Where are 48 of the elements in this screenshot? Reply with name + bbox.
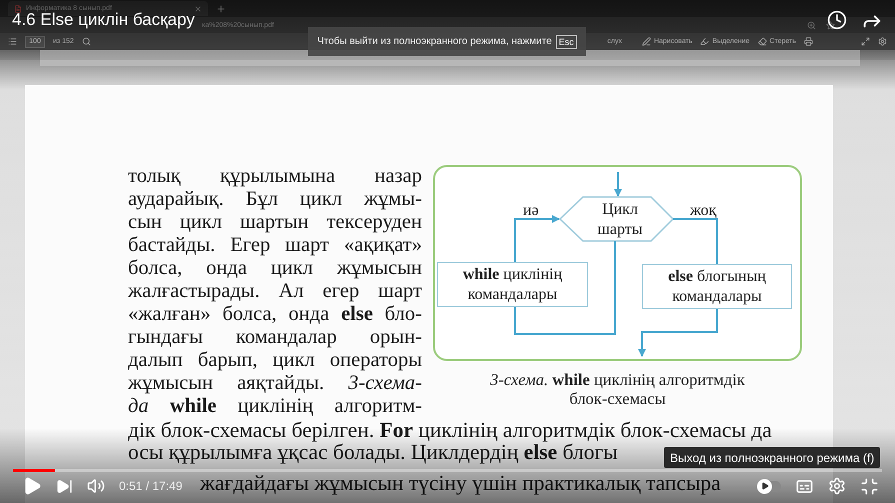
paragraph-line: «жалған» болса, онда else бло- [128,303,422,325]
paragraph-line: жалғастырады. Ал егер шарт [128,280,422,302]
search-icon[interactable] [82,37,91,46]
condition-text: шарты [598,221,642,238]
close-icon[interactable] [194,4,202,12]
condition-text: Цикл [602,201,638,218]
paragraph-line: толық құрылымына назар [128,165,422,187]
no-label: жоқ [690,202,716,219]
paragraph-line: аударайық. Бұл цикл жұмы- [128,188,422,210]
esc-key: Esc [556,34,577,48]
connector-line [673,218,718,264]
star-icon[interactable] [826,20,835,30]
pdf-icon [14,4,22,12]
tooltip: Выход из полноэкранного режима (f) [664,447,880,468]
paragraph-line: жұмысын аяқтайды. 3-схема- [128,372,422,394]
exit-fullscreen-button[interactable] [860,476,879,496]
arrow [514,215,560,262]
arrow [614,172,622,197]
pen-icon [642,37,651,46]
time-display: 0:51 / 17:49 [119,479,182,493]
settings-button[interactable] [828,477,846,495]
volume-button[interactable] [87,477,105,495]
print-icon[interactable] [804,37,813,46]
zoom-icon[interactable] [807,20,816,30]
process-box: else блогының командалары [642,264,792,309]
figure-caption: 3-схема. while циклінің алгоритмдік блок-схемасы [490,370,745,408]
paragraph-line: бастайды. Егер шарт «ақиқат» [128,234,422,256]
expand-icon[interactable] [861,37,870,46]
progress-bar[interactable] [13,469,882,472]
new-tab-icon[interactable] [216,4,226,14]
paragraph-line: далып барып, цикл операторы [128,349,422,371]
paragraph-line: дік блок-схемасы берілген. For циклінің алгоритмдік блок-схемасы да [128,418,772,442]
watch-later-button[interactable] [827,10,847,30]
notice-text: Чтобы выйти из полноэкранного режима, нажмите [317,36,552,47]
process-box: while циклінің командалары [437,262,588,307]
paragraph-line: жағдайдағы жұмысын түсіну үшін практикалық тапсыра [200,471,721,495]
paragraph-line: сын цикл шартын тексеруден [128,211,422,233]
highlighter-icon [700,37,710,46]
settings-icon[interactable] [878,37,887,46]
paragraph-line: да while циклінің алгоритм- [128,395,422,417]
play-icon [760,482,768,490]
yes-label: иә [523,202,539,219]
autoplay-toggle[interactable] [759,480,781,492]
eraser-icon [758,37,767,46]
contents-icon[interactable] [8,37,17,46]
next-button[interactable] [56,478,73,494]
paragraph-line: гындағы командалар орын- [128,326,422,348]
paragraph-line: болса, онда цикл жұмысын [128,257,422,279]
